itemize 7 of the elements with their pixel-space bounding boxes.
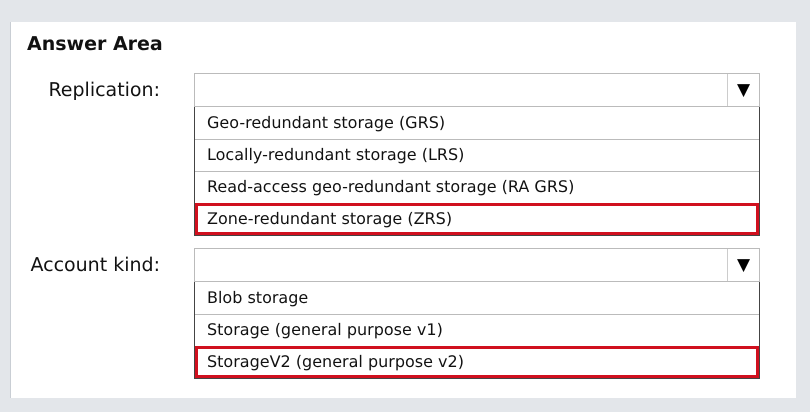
dropdown-field[interactable]: ▼ (194, 248, 760, 282)
dropdown-field[interactable]: ▼ (194, 72, 760, 106)
field-label: Replication: (47, 78, 161, 102)
dropdown-option[interactable]: Zone-redundant storage (ZRS) (195, 202, 759, 234)
answer-area-title: Answer Area (27, 32, 164, 57)
dropdown-option[interactable]: StorageV2 (general purpose v2) (195, 346, 759, 378)
field-label: Account kind: (29, 252, 161, 278)
